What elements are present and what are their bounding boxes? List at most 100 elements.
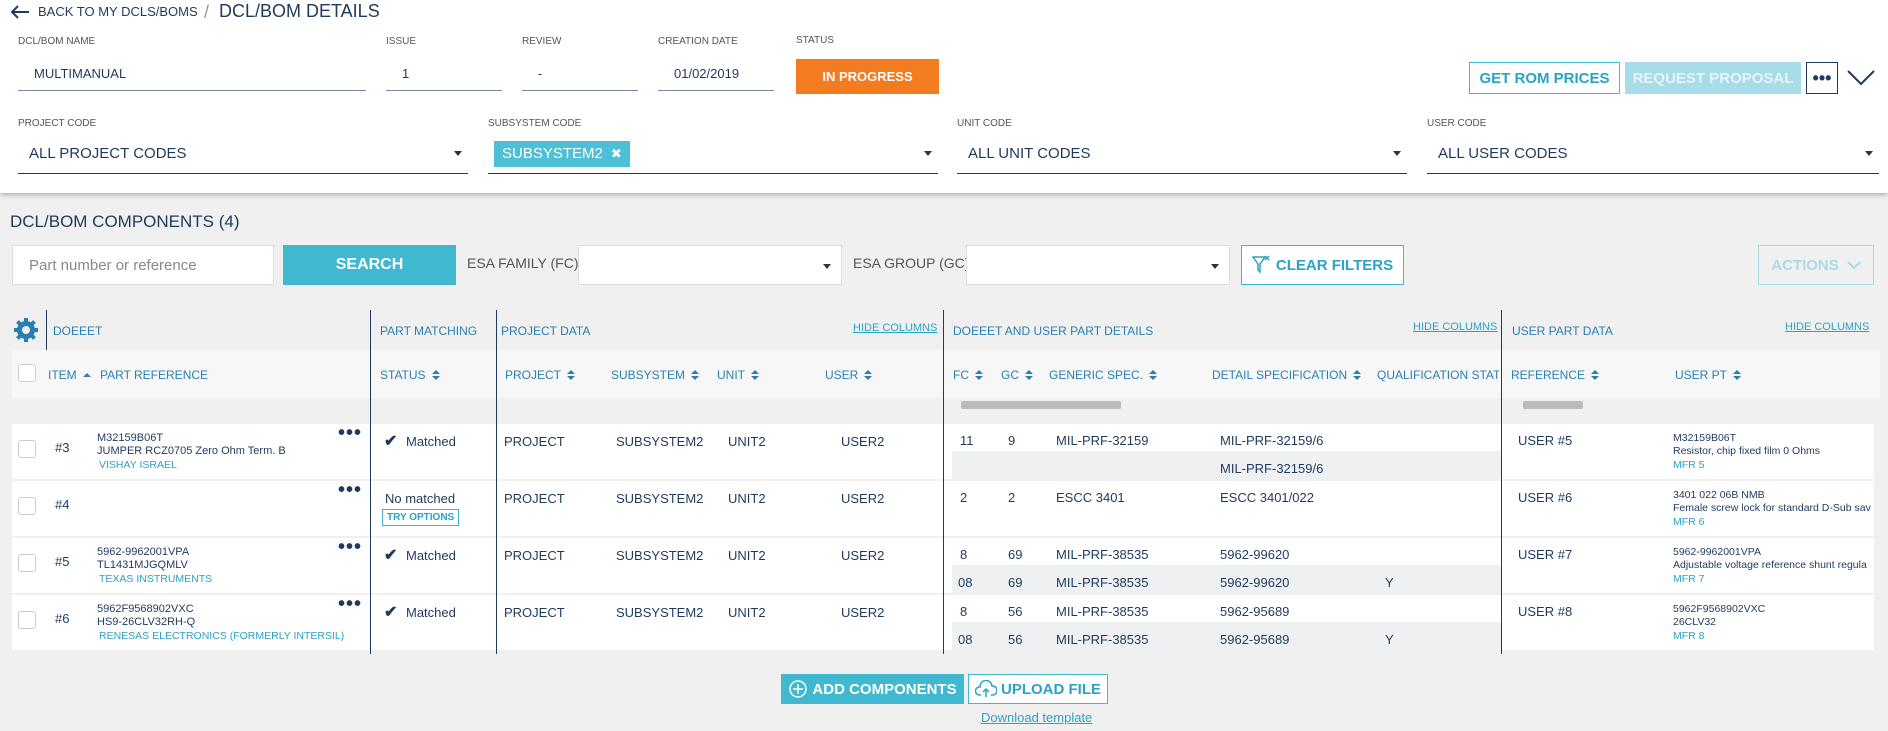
row-checkbox[interactable] <box>18 497 36 515</box>
col-generic-spec[interactable]: GENERIC SPEC. <box>1049 368 1158 382</box>
check-icon: ✔ <box>384 547 398 564</box>
manufacturer-link[interactable]: TEXAS INSTRUMENTS <box>99 573 212 585</box>
unit-cell: UNIT2 <box>728 548 766 563</box>
search-input[interactable]: Part number or reference <box>12 245 274 285</box>
chevron-down-icon[interactable] <box>1846 69 1876 87</box>
generic-cell: MIL-PRF-38535 <box>1056 547 1149 562</box>
project-code-select[interactable]: ALL PROJECT CODES <box>18 134 468 174</box>
actions-label: ACTIONS <box>1771 256 1839 274</box>
sort-icon <box>431 370 440 380</box>
user-scrollbar[interactable] <box>1509 398 1880 410</box>
download-template-link[interactable]: Download template <box>981 710 1092 725</box>
reference-cell: USER #5 <box>1518 433 1573 448</box>
back-link[interactable]: BACK TO MY DCLS/BOMS <box>10 4 198 19</box>
subsystem-code-select[interactable]: SUBSYSTEM2 ✖ <box>488 134 938 174</box>
group-project-data: PROJECT DATA <box>501 324 591 338</box>
search-button[interactable]: SEARCH <box>283 245 456 285</box>
unit-code-select[interactable]: ALL UNIT CODES <box>957 134 1407 174</box>
item-number: #5 <box>55 554 70 569</box>
settings-gear-icon[interactable] <box>14 318 38 342</box>
manufacturer-link[interactable]: RENESAS ELECTRONICS (FORMERLY INTERSIL) <box>99 630 344 642</box>
name-label: DCL/BOM NAME <box>18 36 96 47</box>
manufacturer-link[interactable]: VISHAY ISRAEL <box>99 459 177 471</box>
get-rom-prices-button[interactable]: GET ROM PRICES <box>1469 62 1620 94</box>
sub-fc: 08 <box>958 575 973 590</box>
sort-icon <box>751 370 759 380</box>
project-code-label: PROJECT CODE <box>18 118 97 129</box>
row-menu-icon[interactable]: ••• <box>338 594 362 614</box>
col-detail-label: DETAIL SPECIFICATION <box>1212 368 1348 382</box>
user-cell: USER2 <box>841 548 885 563</box>
creation-date-label: CREATION DATE <box>658 36 738 47</box>
col-item[interactable]: ITEM <box>48 368 91 382</box>
issue-field[interactable]: 1 <box>386 59 502 91</box>
user-cell: USER2 <box>841 434 885 449</box>
column-headers-row: ITEM PART REFERENCE STATUS PROJECT SUBSY… <box>12 350 1880 410</box>
sub-qual: Y <box>1385 575 1394 590</box>
row-menu-icon[interactable]: ••• <box>338 537 362 557</box>
select-all-checkbox[interactable] <box>18 364 36 382</box>
part-number: M32159B06T <box>97 432 164 444</box>
col-qualification[interactable]: QUALIFICATION STATUS <box>1377 368 1499 382</box>
sub-detail: 5962-95689 <box>1220 632 1290 647</box>
col-status[interactable]: STATUS <box>380 368 440 382</box>
col-user-pt[interactable]: USER PT <box>1675 368 1742 382</box>
col-detail-spec[interactable]: DETAIL SPECIFICATION <box>1212 368 1362 382</box>
doeeet-scrollbar[interactable] <box>947 398 1512 410</box>
add-components-button[interactable]: ADD COMPONENTS <box>781 674 964 704</box>
hide-columns-project[interactable]: HIDE COLUMNS <box>853 322 937 334</box>
components-title: DCL/BOM COMPONENTS (4) <box>10 212 240 231</box>
row-checkbox[interactable] <box>18 611 36 629</box>
try-options-button[interactable]: TRY OPTIONS <box>382 509 460 526</box>
table-row-project <box>497 481 943 536</box>
user-code-label: USER CODE <box>1427 118 1487 129</box>
row-checkbox[interactable] <box>18 440 36 458</box>
user-mfr-link[interactable]: MFR 7 <box>1673 573 1705 585</box>
reference-cell: USER #8 <box>1518 604 1573 619</box>
gc-cell: 69 <box>1008 547 1023 562</box>
esa-group-select[interactable] <box>966 245 1230 285</box>
col-part-ref[interactable]: PART REFERENCE <box>100 368 208 382</box>
review-field[interactable]: - <box>522 59 638 91</box>
check-icon: ✔ <box>384 604 398 621</box>
name-field[interactable]: MULTIMANUAL <box>18 59 366 91</box>
col-gc[interactable]: GC <box>1001 368 1033 382</box>
part-number: 5962F9568902VXC <box>97 603 194 615</box>
match-status: Matched <box>406 548 456 563</box>
col-project-label: PROJECT <box>505 368 562 382</box>
more-options-icon[interactable]: ••• <box>1806 62 1838 94</box>
esa-family-select[interactable] <box>578 245 842 285</box>
part-number: 5962-9962001VPA <box>97 546 190 558</box>
fc-cell: 2 <box>960 490 968 505</box>
creation-date-field[interactable]: 01/02/2019 <box>658 59 774 91</box>
col-subsystem[interactable]: SUBSYSTEM <box>611 368 700 382</box>
sub-gc: 56 <box>1008 632 1023 647</box>
row-menu-icon[interactable]: ••• <box>338 423 362 443</box>
filter-clear-icon <box>1251 255 1270 274</box>
reference-cell: USER #7 <box>1518 547 1573 562</box>
user-code-select[interactable]: ALL USER CODES <box>1427 134 1879 174</box>
remove-chip-icon[interactable]: ✖ <box>611 146 622 162</box>
clear-filters-button[interactable]: CLEAR FILTERS <box>1241 245 1404 285</box>
hide-columns-user[interactable]: HIDE COLUMNS <box>1785 321 1869 333</box>
cloud-upload-icon <box>975 680 997 697</box>
user-pt-description: Resistor, chip fixed film 0 Ohms <box>1673 445 1821 457</box>
upload-file-button[interactable]: UPLOAD FILE <box>968 674 1108 704</box>
actions-button[interactable]: ACTIONS <box>1758 245 1874 285</box>
col-project[interactable]: PROJECT <box>505 368 576 382</box>
col-reference[interactable]: REFERENCE <box>1511 368 1600 382</box>
hide-columns-doeeet[interactable]: HIDE COLUMNS <box>1413 321 1497 333</box>
row-checkbox[interactable] <box>18 554 36 572</box>
divider <box>370 310 371 654</box>
col-fc[interactable]: FC <box>953 368 983 382</box>
user-mfr-link[interactable]: MFR 6 <box>1673 516 1705 528</box>
row-menu-icon[interactable]: ••• <box>338 480 362 500</box>
breadcrumb-separator: / <box>204 2 210 22</box>
caret-down-icon <box>823 264 831 269</box>
request-proposal-button[interactable]: REQUEST PROPOSAL <box>1625 62 1801 94</box>
user-mfr-link[interactable]: MFR 5 <box>1673 459 1705 471</box>
col-user[interactable]: USER <box>825 368 873 382</box>
sub-qual: Y <box>1385 632 1394 647</box>
col-unit[interactable]: UNIT <box>717 368 759 382</box>
user-mfr-link[interactable]: MFR 8 <box>1673 630 1705 642</box>
